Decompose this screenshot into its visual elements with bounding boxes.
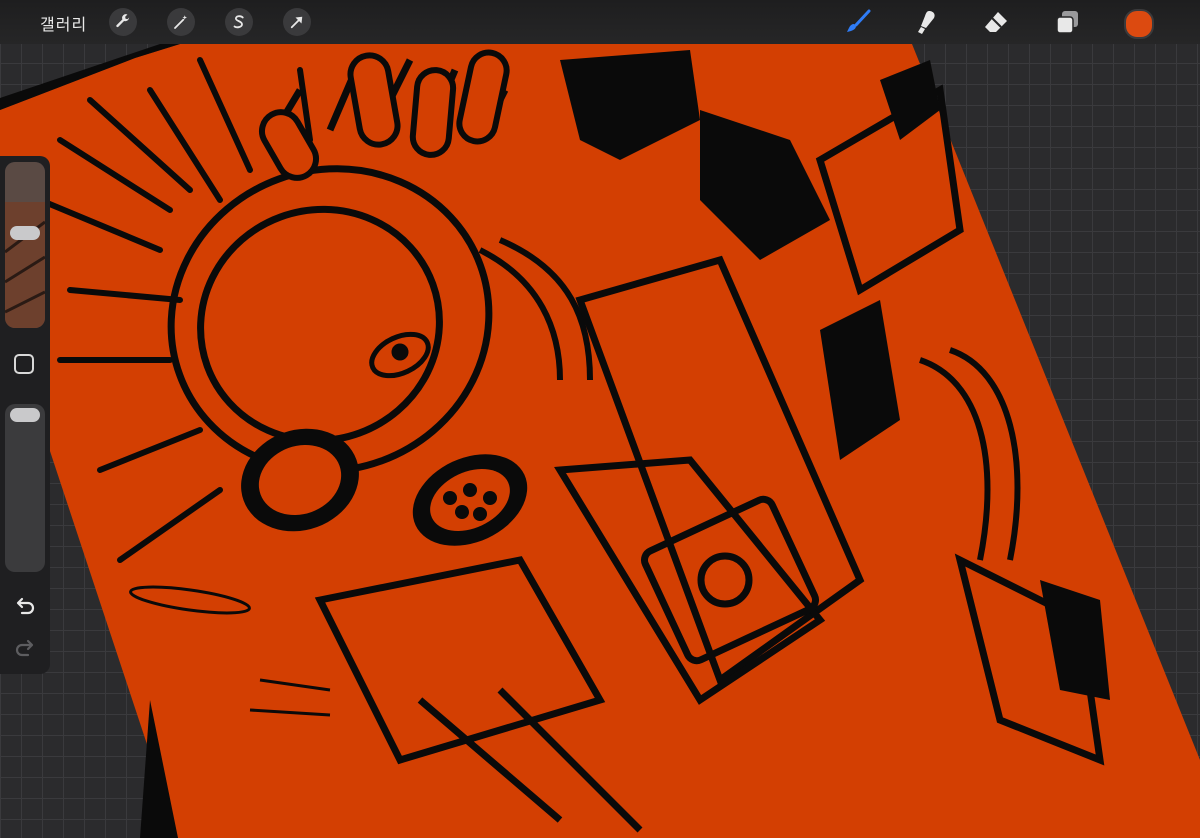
redo-icon: [15, 639, 34, 657]
brush-size-slider[interactable]: [5, 162, 45, 328]
layers-button[interactable]: [1052, 8, 1082, 36]
adjustments-button[interactable]: [167, 8, 195, 36]
brush-opacity-slider[interactable]: [5, 404, 45, 572]
layers-icon: [1056, 11, 1078, 34]
gallery-button[interactable]: 갤러리: [40, 11, 87, 35]
eraser-tool-button[interactable]: [981, 8, 1011, 36]
smudge-tool-button[interactable]: [911, 8, 941, 36]
actions-button[interactable]: [109, 8, 137, 36]
top-toolbar: 갤러리: [0, 0, 1200, 44]
transform-button[interactable]: [283, 8, 311, 36]
artwork-canvas[interactable]: [0, 0, 1200, 838]
selection-button[interactable]: [225, 8, 253, 36]
magic-wand-icon: [174, 15, 187, 29]
brush-tool-button[interactable]: [843, 8, 873, 36]
undo-button[interactable]: [13, 594, 37, 618]
brush-icon: [847, 9, 871, 32]
transform-arrow-icon: [290, 16, 303, 29]
color-picker-button[interactable]: [1124, 9, 1154, 39]
brush-preview-texture: [5, 162, 45, 328]
eraser-icon: [985, 12, 1007, 32]
wrench-icon: [116, 14, 130, 28]
undo-icon: [16, 597, 35, 615]
brush-size-knob[interactable]: [10, 226, 40, 240]
redo-button[interactable]: [13, 636, 37, 660]
selection-s-icon: [233, 15, 244, 29]
brush-opacity-knob[interactable]: [10, 408, 40, 422]
modify-button[interactable]: [14, 354, 34, 374]
smudge-icon: [918, 11, 935, 34]
left-sidebar: [0, 156, 50, 674]
